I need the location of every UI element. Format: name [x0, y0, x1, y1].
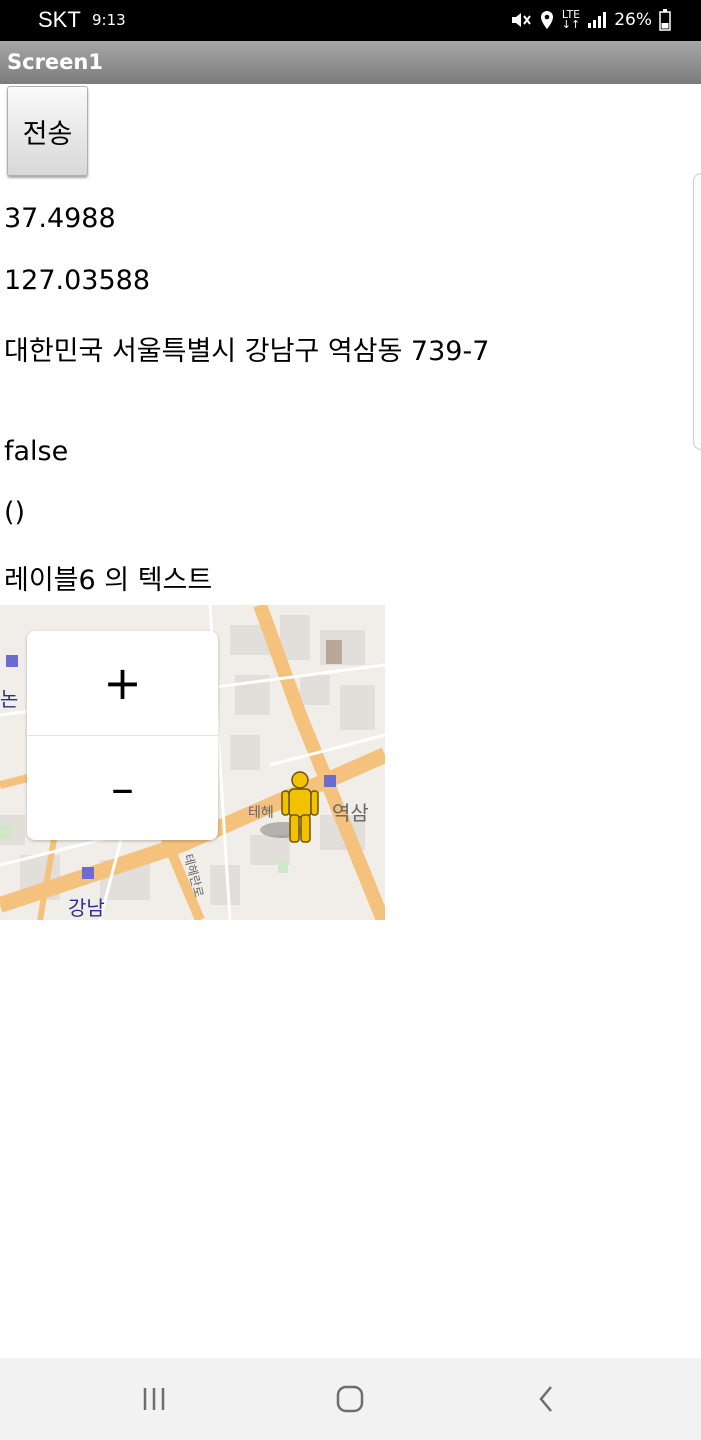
- home-icon[interactable]: [330, 1379, 370, 1419]
- battery-percent: 26%: [614, 10, 652, 30]
- map-label-nonhyeon: 논: [0, 687, 19, 711]
- longitude-label: 127.03588: [4, 265, 151, 296]
- recent-apps-icon[interactable]: [134, 1379, 174, 1419]
- back-icon[interactable]: [526, 1379, 566, 1419]
- zoom-controls: + –: [27, 631, 218, 840]
- latitude-label: 37.4988: [4, 203, 116, 234]
- status-clock: 9:13: [92, 11, 126, 29]
- mute-icon: [510, 10, 532, 30]
- navigation-bar: [0, 1358, 701, 1440]
- pegman-icon[interactable]: [252, 770, 322, 854]
- screen-title: Screen1: [7, 50, 103, 74]
- carrier-label: SKT: [38, 7, 81, 32]
- zoom-out-button[interactable]: –: [27, 736, 218, 840]
- lte-label: LTE: [561, 8, 581, 21]
- status-boolean-label: false: [4, 436, 69, 467]
- status-bar: SKT 9:13 LTE ↓↑ 26%: [0, 0, 701, 41]
- map-view[interactable]: 논 역삼 강남 테헤 테헤란로 + –: [0, 605, 385, 920]
- battery-icon: [659, 9, 671, 31]
- empty-list-label: (): [4, 497, 26, 528]
- title-bar: Screen1: [0, 41, 701, 84]
- status-icons: LTE ↓↑ 26%: [510, 8, 671, 32]
- address-label: 대한민국 서울특별시 강남구 역삼동 739-7: [4, 336, 490, 367]
- map-label-yeoksam: 역삼: [332, 801, 369, 825]
- label6-text: 레이블6 의 텍스트: [4, 565, 213, 596]
- send-button[interactable]: 전송: [7, 86, 88, 176]
- lte-icon: LTE ↓↑: [561, 8, 581, 31]
- signal-icon: [587, 11, 607, 29]
- edge-panel-handle[interactable]: [693, 173, 701, 450]
- location-icon: [539, 10, 555, 30]
- map-label-gangnam: 강남: [68, 896, 105, 920]
- zoom-in-button[interactable]: +: [27, 631, 218, 736]
